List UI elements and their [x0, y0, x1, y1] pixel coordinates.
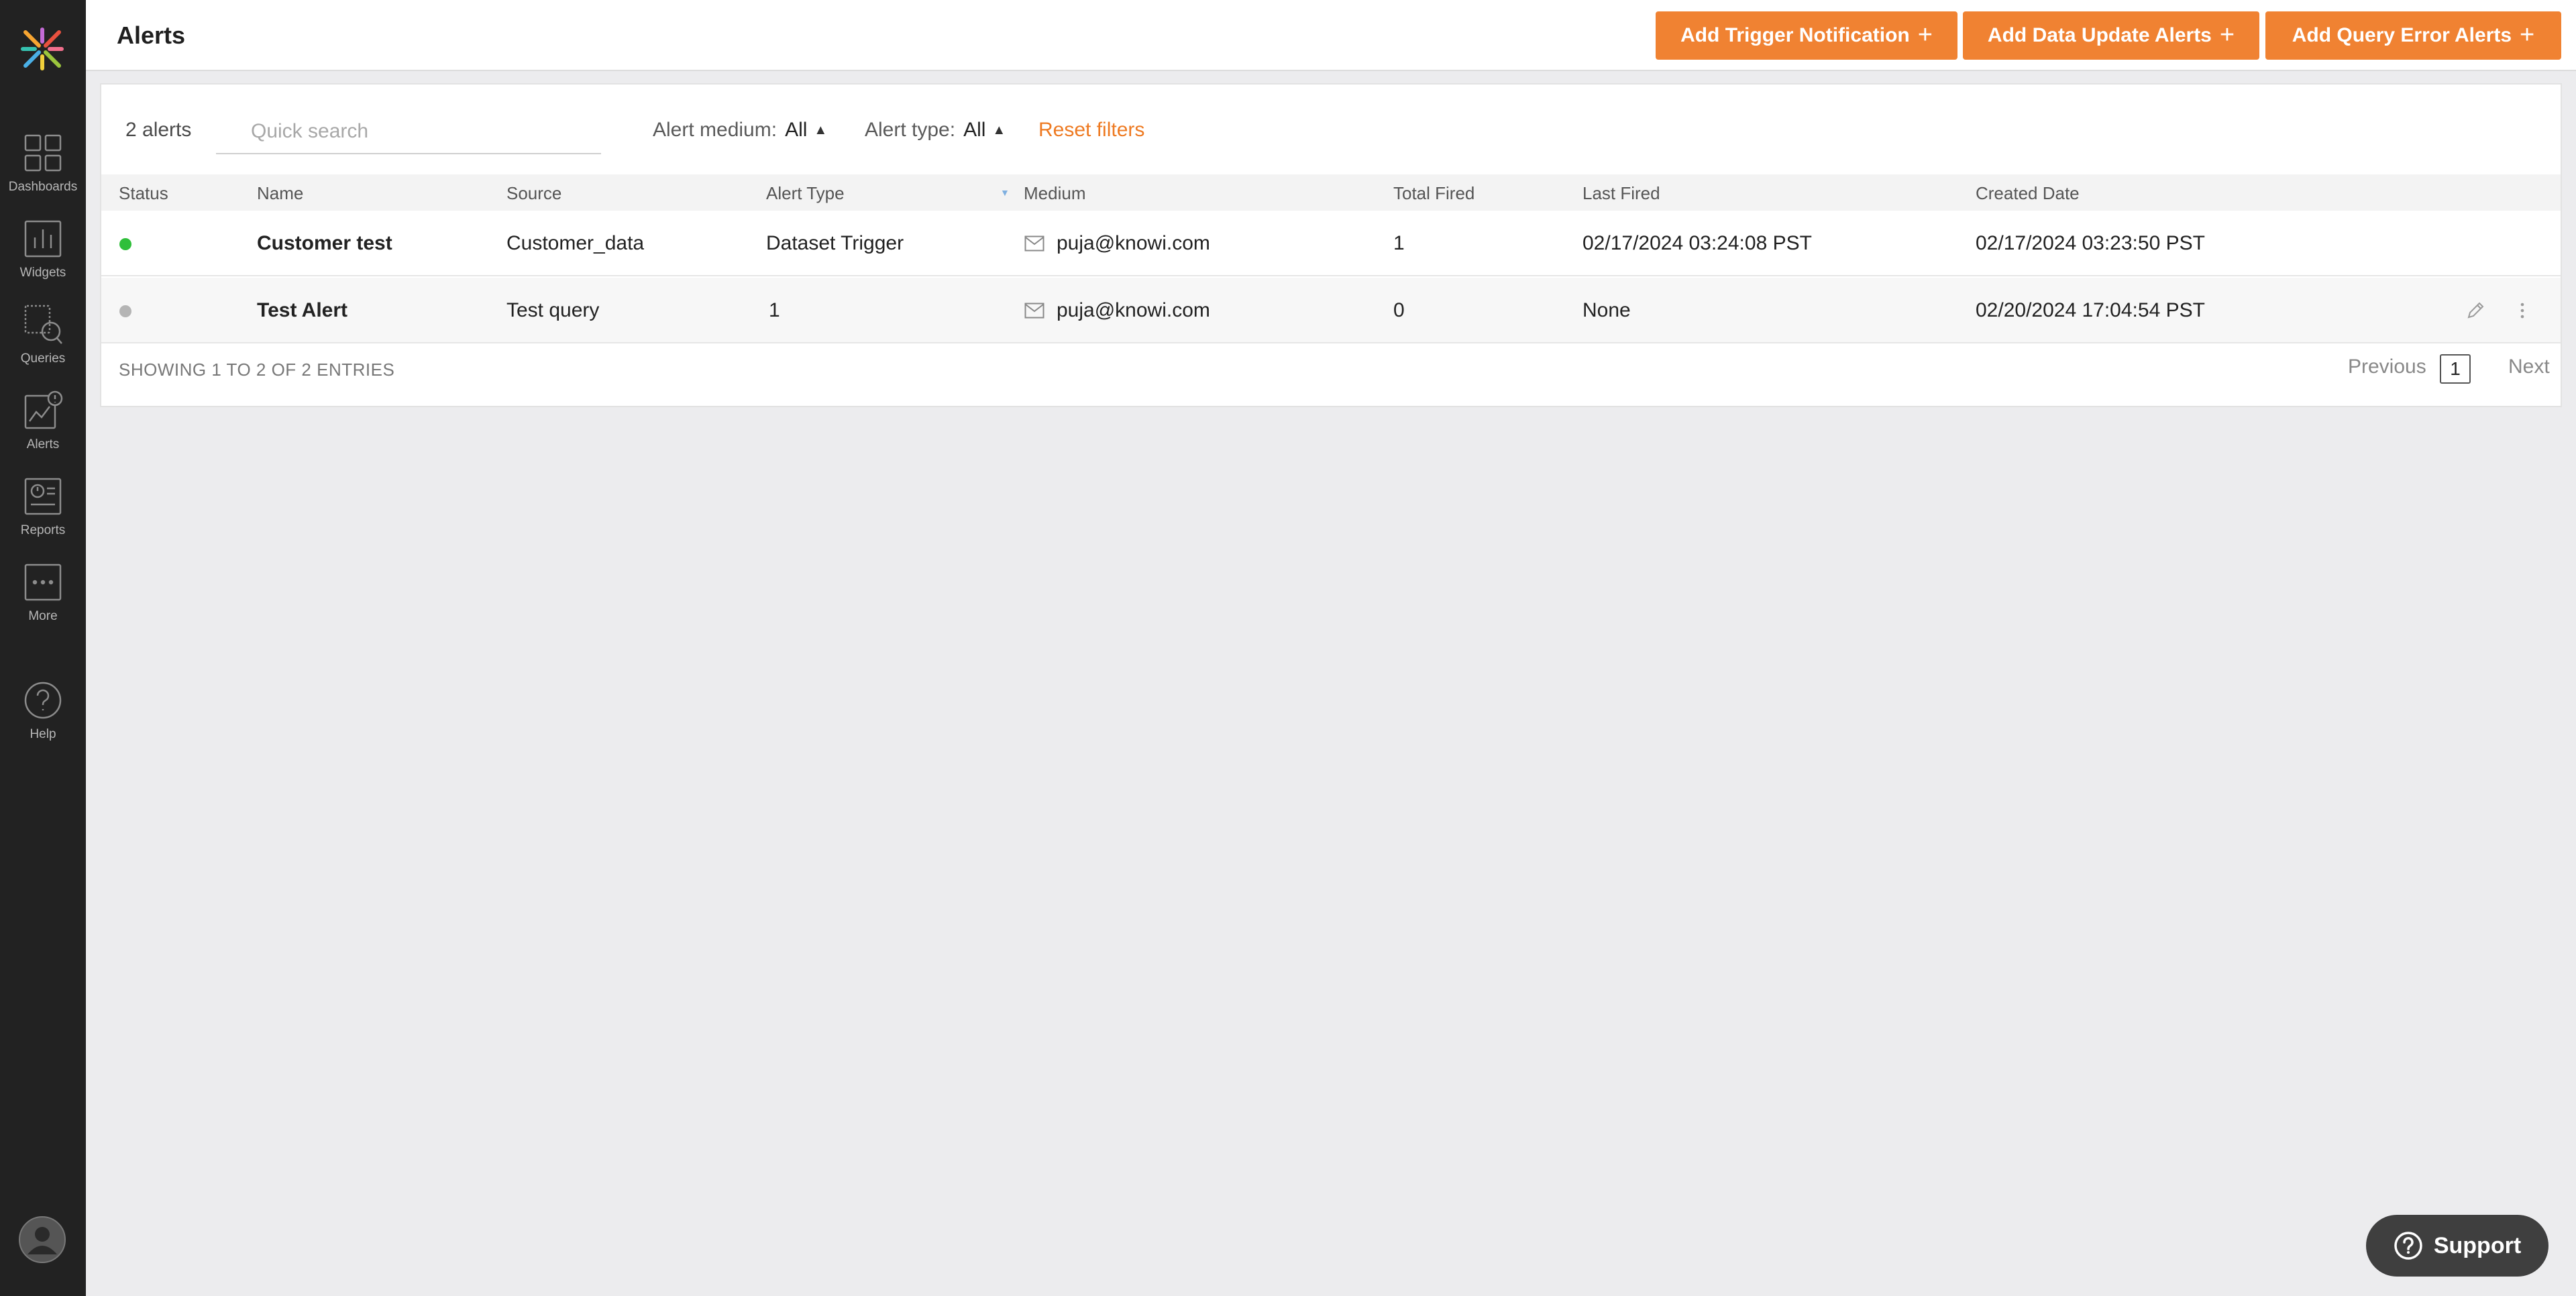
- plus-icon: +: [2520, 20, 2535, 49]
- button-label: Add Trigger Notification: [1680, 24, 1910, 46]
- alerts-icon: [24, 390, 63, 429]
- column-header-alert-type[interactable]: Alert Type: [766, 183, 845, 204]
- email-icon: [1024, 303, 1044, 319]
- column-header-name[interactable]: Name: [257, 183, 303, 204]
- column-header-total-fired[interactable]: Total Fired: [1393, 183, 1474, 204]
- sidebar-item-widgets[interactable]: Widgets: [0, 217, 86, 298]
- pagination-summary: SHOWING 1 TO 2 OF 2 ENTRIES: [119, 360, 395, 380]
- quick-search: [216, 110, 601, 154]
- sidebar-item-more[interactable]: More: [0, 561, 86, 641]
- table-row[interactable]: Test Alert Test query 1 puja@knowi.com 0…: [101, 278, 2561, 343]
- email-icon: [1024, 235, 1044, 252]
- reports-icon: [24, 478, 62, 515]
- filter-value: All: [963, 119, 986, 141]
- column-header-source[interactable]: Source: [506, 183, 561, 204]
- more-vertical-icon[interactable]: [2512, 301, 2532, 321]
- alert-name[interactable]: Customer test: [257, 232, 392, 255]
- edit-pencil-icon[interactable]: [2465, 301, 2485, 321]
- sidebar-item-label: Alerts: [26, 437, 60, 451]
- add-query-error-alerts-button[interactable]: Add Query Error Alerts +: [2265, 11, 2561, 60]
- sidebar-item-reports[interactable]: Reports: [0, 475, 86, 555]
- sort-desc-icon[interactable]: ▼: [1000, 187, 1010, 198]
- sidebar-item-label: Widgets: [19, 266, 66, 280]
- total-fired: 0: [1393, 299, 1405, 321]
- created-date: 02/17/2024 03:23:50 PST: [1976, 232, 2205, 254]
- alert-type-filter[interactable]: Alert type: All ▲: [865, 119, 1006, 142]
- alerts-panel: 2 alerts Alert medium: All ▲ Alert type:…: [100, 83, 2562, 407]
- sidebar-item-queries[interactable]: Queries: [0, 303, 86, 384]
- alert-source: Test query: [506, 299, 600, 321]
- sidebar-item-label: Reports: [20, 523, 66, 537]
- filter-value: All: [785, 119, 808, 141]
- column-header-medium[interactable]: Medium: [1024, 183, 1085, 204]
- table-row[interactable]: Customer test Customer_data Dataset Trig…: [101, 211, 2561, 276]
- total-fired: 1: [1393, 232, 1405, 254]
- filter-label: Alert medium:: [653, 119, 777, 141]
- filter-label: Alert type:: [865, 119, 956, 141]
- search-input[interactable]: [216, 110, 601, 153]
- plus-icon: +: [2219, 20, 2235, 49]
- chevron-up-icon: ▲: [814, 122, 828, 138]
- add-trigger-notification-button[interactable]: Add Trigger Notification +: [1656, 11, 1957, 60]
- sidebar-item-label: Help: [30, 727, 56, 741]
- support-label: Support: [2433, 1232, 2522, 1258]
- column-header-created-date[interactable]: Created Date: [1976, 183, 2080, 204]
- column-header-status[interactable]: Status: [119, 183, 168, 204]
- sidebar-item-dashboards[interactable]: Dashboards: [0, 131, 86, 212]
- last-fired: 02/17/2024 03:24:08 PST: [1582, 232, 1812, 254]
- alert-medium-filter[interactable]: Alert medium: All ▲: [653, 119, 827, 142]
- user-avatar-icon[interactable]: [18, 1216, 66, 1264]
- chevron-up-icon: ▲: [992, 122, 1006, 138]
- plus-icon: +: [1917, 20, 1933, 49]
- sidebar-item-label: Dashboards: [8, 180, 78, 194]
- alerts-count: 2 alerts: [125, 119, 192, 141]
- sidebar-item-help[interactable]: Help: [0, 679, 86, 759]
- queries-search-icon: [24, 305, 62, 344]
- alert-source: Customer_data: [506, 232, 645, 254]
- last-fired: None: [1582, 299, 1631, 321]
- alert-type: Dataset Trigger: [766, 232, 904, 254]
- sidebar-item-label: More: [28, 609, 58, 623]
- alert-name[interactable]: Test Alert: [257, 299, 347, 322]
- help-question-icon: [24, 682, 62, 719]
- button-label: Add Data Update Alerts: [1987, 24, 2212, 46]
- status-inactive-indicator: [119, 305, 131, 317]
- reset-filters-link[interactable]: Reset filters: [1038, 119, 1144, 142]
- status-active-indicator: [119, 238, 131, 250]
- help-circle-icon: [2394, 1232, 2422, 1260]
- top-header: Alerts Add Trigger Notification + Add Da…: [86, 0, 2576, 71]
- alert-medium: puja@knowi.com: [1057, 232, 1210, 254]
- next-page-button[interactable]: Next: [2508, 356, 2550, 378]
- page-number-button[interactable]: 1: [2440, 354, 2471, 384]
- previous-page-button[interactable]: Previous: [2348, 356, 2426, 378]
- created-date: 02/20/2024 17:04:54 PST: [1976, 299, 2205, 321]
- support-button[interactable]: Support: [2366, 1215, 2548, 1277]
- dashboards-grid-icon: [24, 134, 62, 172]
- sidebar-item-label: Queries: [20, 352, 66, 366]
- alert-type: 1: [769, 299, 780, 321]
- page-title: Alerts: [117, 21, 186, 49]
- column-header-last-fired[interactable]: Last Fired: [1582, 183, 1660, 204]
- sidebar-item-alerts[interactable]: Alerts: [0, 389, 86, 470]
- table-header: Status Name Source Alert Type ▼ Medium T…: [101, 174, 2561, 211]
- widgets-bar-chart-icon: [24, 220, 62, 258]
- button-label: Add Query Error Alerts: [2292, 24, 2512, 46]
- alert-medium: puja@knowi.com: [1057, 299, 1210, 321]
- knowi-logo-icon[interactable]: [19, 25, 66, 72]
- sidebar: Dashboards Widgets Queries Alerts Report…: [0, 0, 86, 1296]
- more-dots-icon: [24, 563, 62, 601]
- add-data-update-alerts-button[interactable]: Add Data Update Alerts +: [1963, 11, 2259, 60]
